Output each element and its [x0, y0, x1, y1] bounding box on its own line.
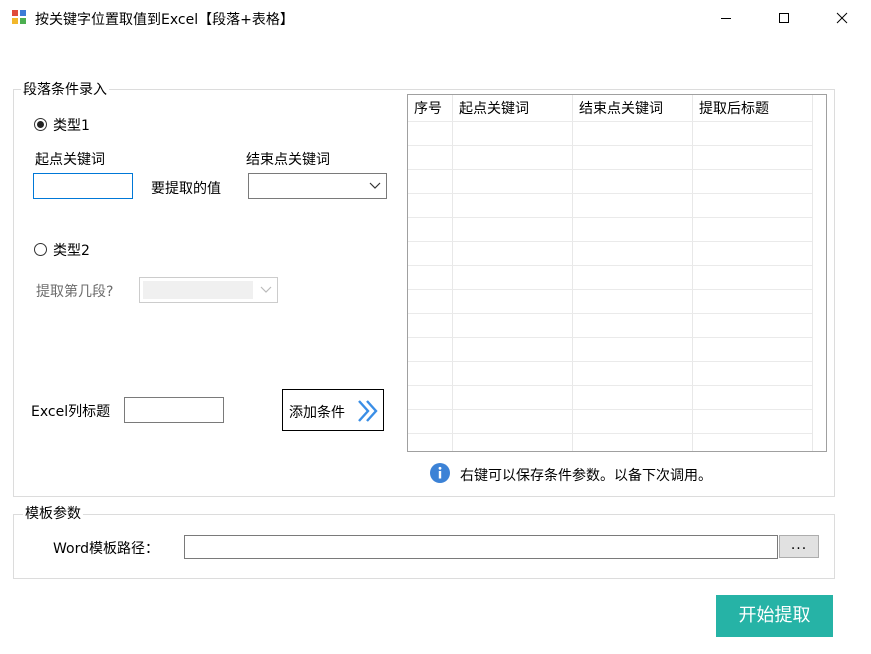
column-header-end-keyword[interactable]: 结束点关键词	[573, 95, 693, 121]
paragraph-number-combobox[interactable]	[139, 277, 278, 303]
maximize-icon	[779, 13, 789, 23]
chevron-down-icon	[369, 182, 381, 189]
type2-label[interactable]: 类型2	[53, 240, 90, 260]
grid-row-line	[408, 265, 812, 266]
grid-column-divider	[572, 95, 573, 451]
type1-radio[interactable]	[34, 118, 47, 131]
type1-label[interactable]: 类型1	[53, 115, 90, 135]
paragraph-number-combobox-field	[143, 281, 253, 299]
grid-row-line	[408, 169, 812, 170]
app-icon	[11, 9, 27, 25]
column-header-start-keyword[interactable]: 起点关键词	[453, 95, 573, 121]
close-icon	[836, 12, 848, 24]
grid-column-divider	[812, 95, 813, 451]
grid-row-line	[408, 145, 812, 146]
minimize-icon	[721, 18, 731, 19]
minimize-button[interactable]	[697, 0, 755, 36]
grid-column-divider	[692, 95, 693, 451]
word-template-path-label: Word模板路径：	[53, 541, 159, 557]
window-title: 按关键字位置取值到Excel【段落+表格】	[35, 12, 294, 28]
grid-row-line	[408, 313, 812, 314]
info-text: 右键可以保存条件参数。以备下次调用。	[460, 468, 712, 484]
double-chevron-right-icon	[358, 400, 378, 422]
grid-row-line	[408, 193, 812, 194]
excel-column-title-label: Excel列标题	[31, 404, 111, 420]
extract-value-label: 要提取的值	[151, 181, 221, 197]
conditions-grid[interactable]: 序号 起点关键词 结束点关键词 提取后标题	[407, 94, 827, 452]
start-keyword-label: 起点关键词	[35, 152, 105, 168]
start-extract-button[interactable]: 开始提取	[716, 595, 833, 637]
grid-column-divider	[452, 95, 453, 451]
grid-row-line	[408, 433, 812, 434]
word-template-path-input[interactable]	[184, 535, 778, 559]
grid-row-line	[408, 121, 812, 122]
grid-row-line	[408, 409, 812, 410]
close-button[interactable]	[813, 0, 871, 36]
excel-column-title-input[interactable]	[124, 397, 224, 423]
grid-row-line	[408, 361, 812, 362]
grid-row-line	[408, 337, 812, 338]
add-condition-label: 添加条件	[289, 405, 345, 421]
end-keyword-label: 结束点关键词	[246, 152, 330, 168]
start-keyword-input[interactable]	[33, 173, 133, 199]
chevron-down-icon	[260, 286, 272, 293]
grid-row-line	[408, 289, 812, 290]
paragraph-condition-legend: 段落条件录入	[21, 79, 109, 99]
info-icon	[430, 463, 450, 487]
column-header-index[interactable]: 序号	[408, 95, 453, 121]
paragraph-number-label: 提取第几段?	[36, 284, 114, 300]
browse-button[interactable]: ...	[779, 535, 819, 558]
grid-row-line	[408, 385, 812, 386]
column-header-extracted-title[interactable]: 提取后标题	[693, 95, 813, 121]
grid-row-line	[408, 217, 812, 218]
type2-radio[interactable]	[34, 243, 47, 256]
end-keyword-combobox[interactable]	[248, 173, 387, 199]
add-condition-button[interactable]: 添加条件	[282, 389, 384, 431]
maximize-button[interactable]	[755, 0, 813, 36]
grid-row-line	[408, 241, 812, 242]
template-params-legend: 模板参数	[23, 503, 83, 523]
